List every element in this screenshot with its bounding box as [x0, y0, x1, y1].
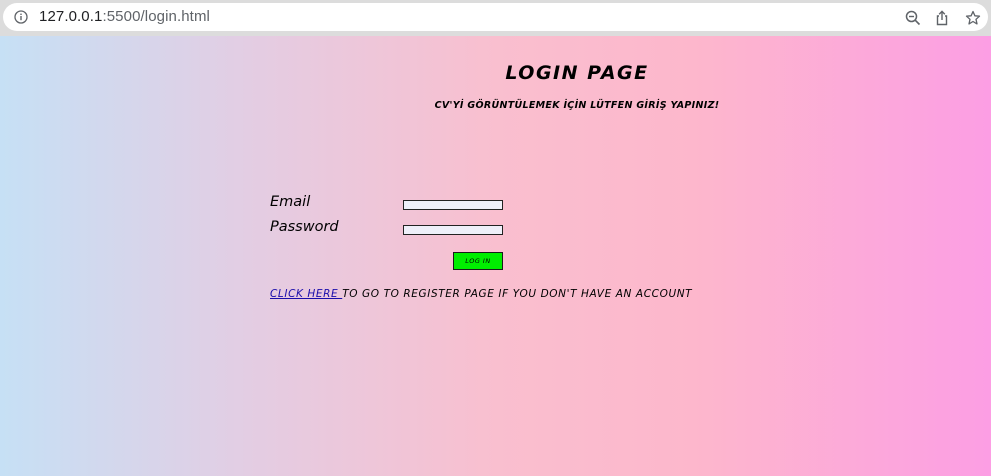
email-field[interactable]: [403, 200, 503, 210]
address-bar[interactable]: 127.0.0.1:5500/login.html: [3, 3, 988, 31]
register-text: CLICK HERE TO GO TO REGISTER PAGE IF YOU…: [270, 288, 692, 300]
browser-toolbar: 127.0.0.1:5500/login.html: [0, 0, 991, 36]
register-link[interactable]: CLICK HERE: [270, 288, 342, 300]
email-label: Email: [270, 194, 311, 210]
register-description: TO GO TO REGISTER PAGE IF YOU DON'T HAVE…: [342, 288, 693, 300]
password-label: Password: [270, 219, 339, 235]
share-icon[interactable]: [934, 10, 950, 26]
password-field[interactable]: [403, 225, 503, 235]
url-path: :5500/login.html: [102, 8, 210, 25]
info-icon[interactable]: [14, 10, 28, 24]
login-button[interactable]: LOG IN: [453, 252, 503, 270]
page-subtitle: CV'Yİ GÖRÜNTÜLEMEK İÇİN LÜTFEN GİRİŞ YAP…: [434, 100, 720, 111]
zoom-icon[interactable]: [905, 10, 921, 26]
url-text[interactable]: 127.0.0.1:5500/login.html: [39, 8, 210, 25]
url-host: 127.0.0.1: [39, 8, 103, 25]
login-page: LOGIN PAGE CV'Yİ GÖRÜNTÜLEMEK İÇİN LÜTFE…: [0, 36, 991, 476]
bookmark-star-icon[interactable]: [965, 10, 981, 26]
page-title: LOGIN PAGE: [505, 62, 649, 84]
